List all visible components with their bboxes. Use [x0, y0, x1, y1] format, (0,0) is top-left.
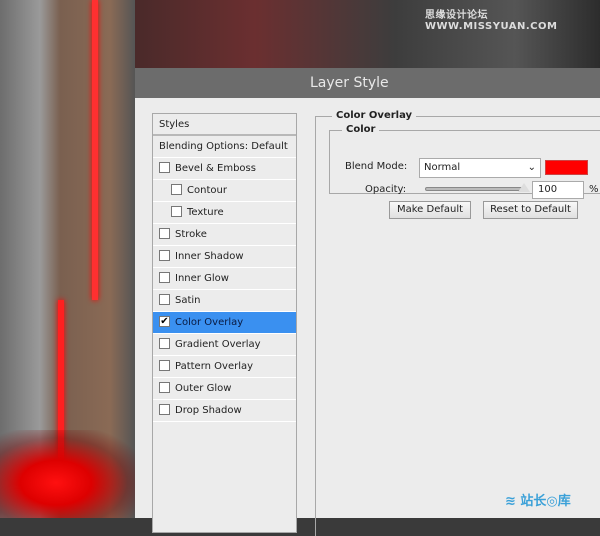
style-item[interactable]: Pattern Overlay [153, 356, 296, 378]
reset-to-default-button[interactable]: Reset to Default [483, 201, 578, 219]
blending-options[interactable]: Blending Options: Default [153, 136, 296, 158]
checkbox[interactable] [159, 337, 170, 349]
checkbox[interactable] [159, 359, 170, 371]
checkbox[interactable]: ✔ [159, 315, 170, 327]
style-item[interactable]: Stroke [153, 224, 296, 246]
checkbox[interactable] [159, 381, 170, 393]
dialog-title[interactable]: Layer Style [135, 68, 600, 98]
style-item-label: Inner Glow [175, 273, 229, 284]
style-item-label: Inner Shadow [175, 251, 244, 262]
checkbox[interactable] [171, 205, 182, 217]
style-item-label: Satin [175, 295, 201, 306]
opacity-slider[interactable] [425, 183, 530, 192]
checkbox[interactable] [159, 227, 170, 239]
chevron-down-icon: ⌄ [527, 162, 536, 173]
style-item[interactable]: Outer Glow [153, 378, 296, 400]
style-item-label: Bevel & Emboss [175, 163, 256, 174]
style-item-label: Gradient Overlay [175, 339, 261, 350]
blend-mode-label: Blend Mode: [345, 161, 408, 172]
style-item[interactable]: Satin [153, 290, 296, 312]
watermark-top: 思缘设计论坛 WWW.MISSYUAN.COM [425, 10, 558, 32]
slider-thumb[interactable] [518, 183, 530, 192]
style-item[interactable]: Texture [153, 202, 296, 224]
percent-label: % [589, 184, 599, 195]
checkbox[interactable] [159, 403, 170, 415]
checkbox[interactable] [159, 161, 170, 173]
style-item-label: Contour [187, 185, 227, 196]
blend-mode-select[interactable]: Normal ⌄ [419, 158, 541, 178]
style-item[interactable]: Inner Shadow [153, 246, 296, 268]
style-item-label: Drop Shadow [175, 405, 242, 416]
style-item[interactable]: Bevel & Emboss [153, 158, 296, 180]
style-item-label: Texture [187, 207, 224, 218]
style-item[interactable]: ✔ Color Overlay [153, 312, 296, 334]
style-item-label: Outer Glow [175, 383, 232, 394]
group-title: Color [342, 124, 380, 135]
styles-header[interactable]: Styles [153, 114, 296, 136]
style-item[interactable]: Gradient Overlay [153, 334, 296, 356]
style-item[interactable]: Contour [153, 180, 296, 202]
checkbox[interactable] [159, 249, 170, 261]
neon-line [92, 0, 98, 300]
style-item-label: Pattern Overlay [175, 361, 254, 372]
color-group: Color Blend Mode: Normal ⌄ Opacity: 100 % [329, 124, 600, 199]
style-item[interactable]: Drop Shadow [153, 400, 296, 422]
color-overlay-panel: Color Overlay Color Blend Mode: Normal ⌄ … [315, 110, 600, 536]
checkbox[interactable] [159, 293, 170, 305]
make-default-button[interactable]: Make Default [389, 201, 471, 219]
red-glow [0, 430, 140, 518]
blend-mode-value: Normal [424, 162, 461, 173]
style-item-label: Color Overlay [175, 317, 244, 328]
watermark-bottom-logo: ≋ 站长◎库 [505, 494, 571, 509]
styles-list: Styles Blending Options: Default Bevel &… [152, 113, 297, 533]
opacity-label: Opacity: [365, 184, 407, 195]
color-swatch[interactable] [545, 160, 588, 175]
opacity-input[interactable]: 100 [532, 181, 584, 199]
checkbox[interactable] [159, 271, 170, 283]
section-title: Color Overlay [332, 110, 417, 121]
style-item-label: Stroke [175, 229, 207, 240]
style-item[interactable]: Inner Glow [153, 268, 296, 290]
checkbox[interactable] [171, 183, 182, 195]
layer-style-dialog: Layer Style Styles Blending Options: Def… [135, 68, 600, 536]
